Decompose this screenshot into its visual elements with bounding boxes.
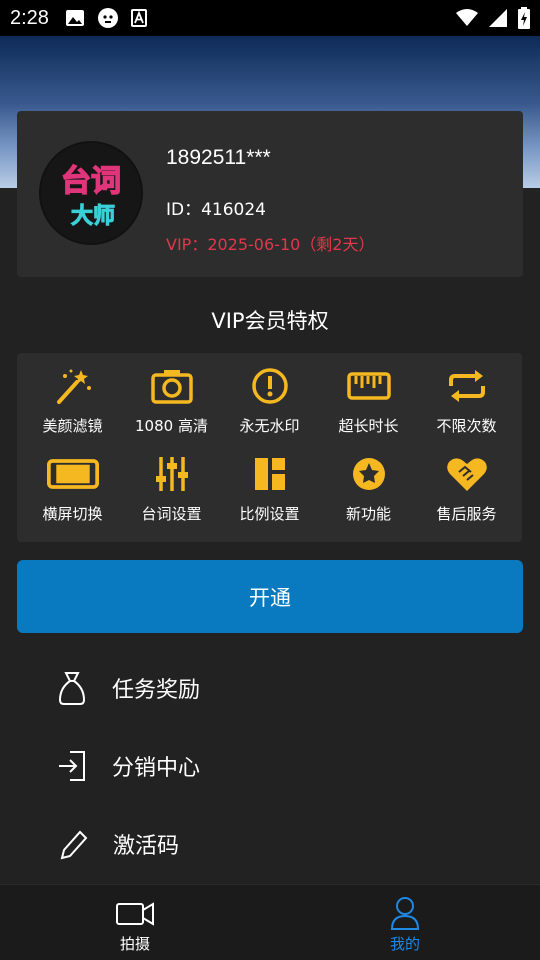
feature-label: 比例设置 — [239, 505, 300, 523]
layout-icon — [254, 458, 285, 490]
user-icon — [390, 897, 420, 930]
status-time: 2:28 — [10, 6, 49, 29]
battery-icon — [518, 7, 530, 29]
menu-label: 任务奖励 — [112, 678, 201, 703]
tab-mine[interactable]: 我的 — [270, 885, 540, 960]
tab-label: 拍摄 — [119, 935, 150, 953]
vip-features-grid: 美颜滤镜 1080 高清 永无水印 超长时长 不限次数 横屏切换 台词设置 比例… — [17, 353, 522, 542]
menu-label: 分销中心 — [112, 756, 201, 781]
face-icon — [97, 8, 118, 28]
handshake-icon — [446, 458, 487, 491]
menu-label: 激活码 — [113, 834, 180, 859]
feature-unlimited[interactable]: 不限次数 — [416, 353, 517, 441]
feature-after-sales[interactable]: 售后服务 — [416, 441, 517, 529]
feature-label: 横屏切换 — [42, 505, 103, 523]
logo-text-top: 台词 — [61, 164, 121, 199]
feature-new[interactable]: 新功能 — [318, 441, 419, 529]
magic-wand-icon — [56, 369, 91, 404]
menu-item-distribution-center[interactable]: 分销中心 — [0, 730, 540, 802]
feature-beauty-filter[interactable]: 美颜滤镜 — [22, 353, 123, 441]
app-logo: 台词 大师 — [41, 143, 141, 243]
feature-label: 新功能 — [345, 505, 391, 523]
feature-landscape[interactable]: 横屏切换 — [22, 441, 123, 529]
feature-label: 美颜滤镜 — [42, 417, 103, 435]
feature-ratio-settings[interactable]: 比例设置 — [219, 441, 320, 529]
feature-label: 1080 高清 — [135, 417, 208, 435]
pencil-icon — [60, 830, 88, 860]
logo-text-bottom: 大师 — [71, 203, 115, 229]
feature-label: 超长时长 — [338, 417, 399, 435]
login-icon — [59, 751, 85, 781]
tab-label: 我的 — [389, 935, 420, 953]
menu-item-task-rewards[interactable]: 任务奖励 — [0, 652, 540, 724]
username: 1892511*** — [166, 146, 271, 169]
vip-expiry: VIP：2025-06-10（剩2天） — [166, 235, 375, 254]
bottom-nav: 拍摄 我的 — [0, 884, 540, 960]
menu-item-activation-code[interactable]: 激活码 — [0, 808, 540, 880]
feature-label: 永无水印 — [239, 417, 300, 435]
feature-long-duration[interactable]: 超长时长 — [318, 353, 419, 441]
feature-lines-settings[interactable]: 台词设置 — [121, 441, 222, 529]
repeat-icon — [448, 370, 485, 402]
video-camera-icon — [116, 902, 154, 926]
sliders-icon — [155, 457, 188, 491]
ruler-icon — [346, 372, 391, 400]
font-icon — [130, 9, 147, 27]
feature-no-watermark[interactable]: 永无水印 — [219, 353, 320, 441]
star-badge-icon — [352, 458, 385, 490]
signal-icon — [489, 9, 507, 27]
feature-label: 不限次数 — [436, 417, 497, 435]
vip-section-title: VIP会员特权 — [211, 309, 329, 333]
profile-card[interactable]: 台词 大师 1892511*** ID：416024 VIP：2025-06-1… — [17, 111, 523, 277]
status-bar: 2:28 — [0, 0, 540, 36]
money-bag-icon — [58, 672, 86, 705]
alert-circle-icon — [251, 368, 288, 404]
tab-shoot[interactable]: 拍摄 — [0, 885, 270, 960]
feature-label: 台词设置 — [141, 505, 202, 523]
landscape-icon — [46, 459, 99, 489]
feature-label: 售后服务 — [436, 505, 497, 523]
feature-1080-hd[interactable]: 1080 高清 — [121, 353, 222, 441]
camera-icon — [150, 370, 193, 404]
image-icon — [65, 10, 84, 26]
user-id: ID：416024 — [166, 200, 266, 220]
wifi-icon — [456, 9, 478, 26]
open-vip-button[interactable]: 开通 — [17, 560, 523, 633]
